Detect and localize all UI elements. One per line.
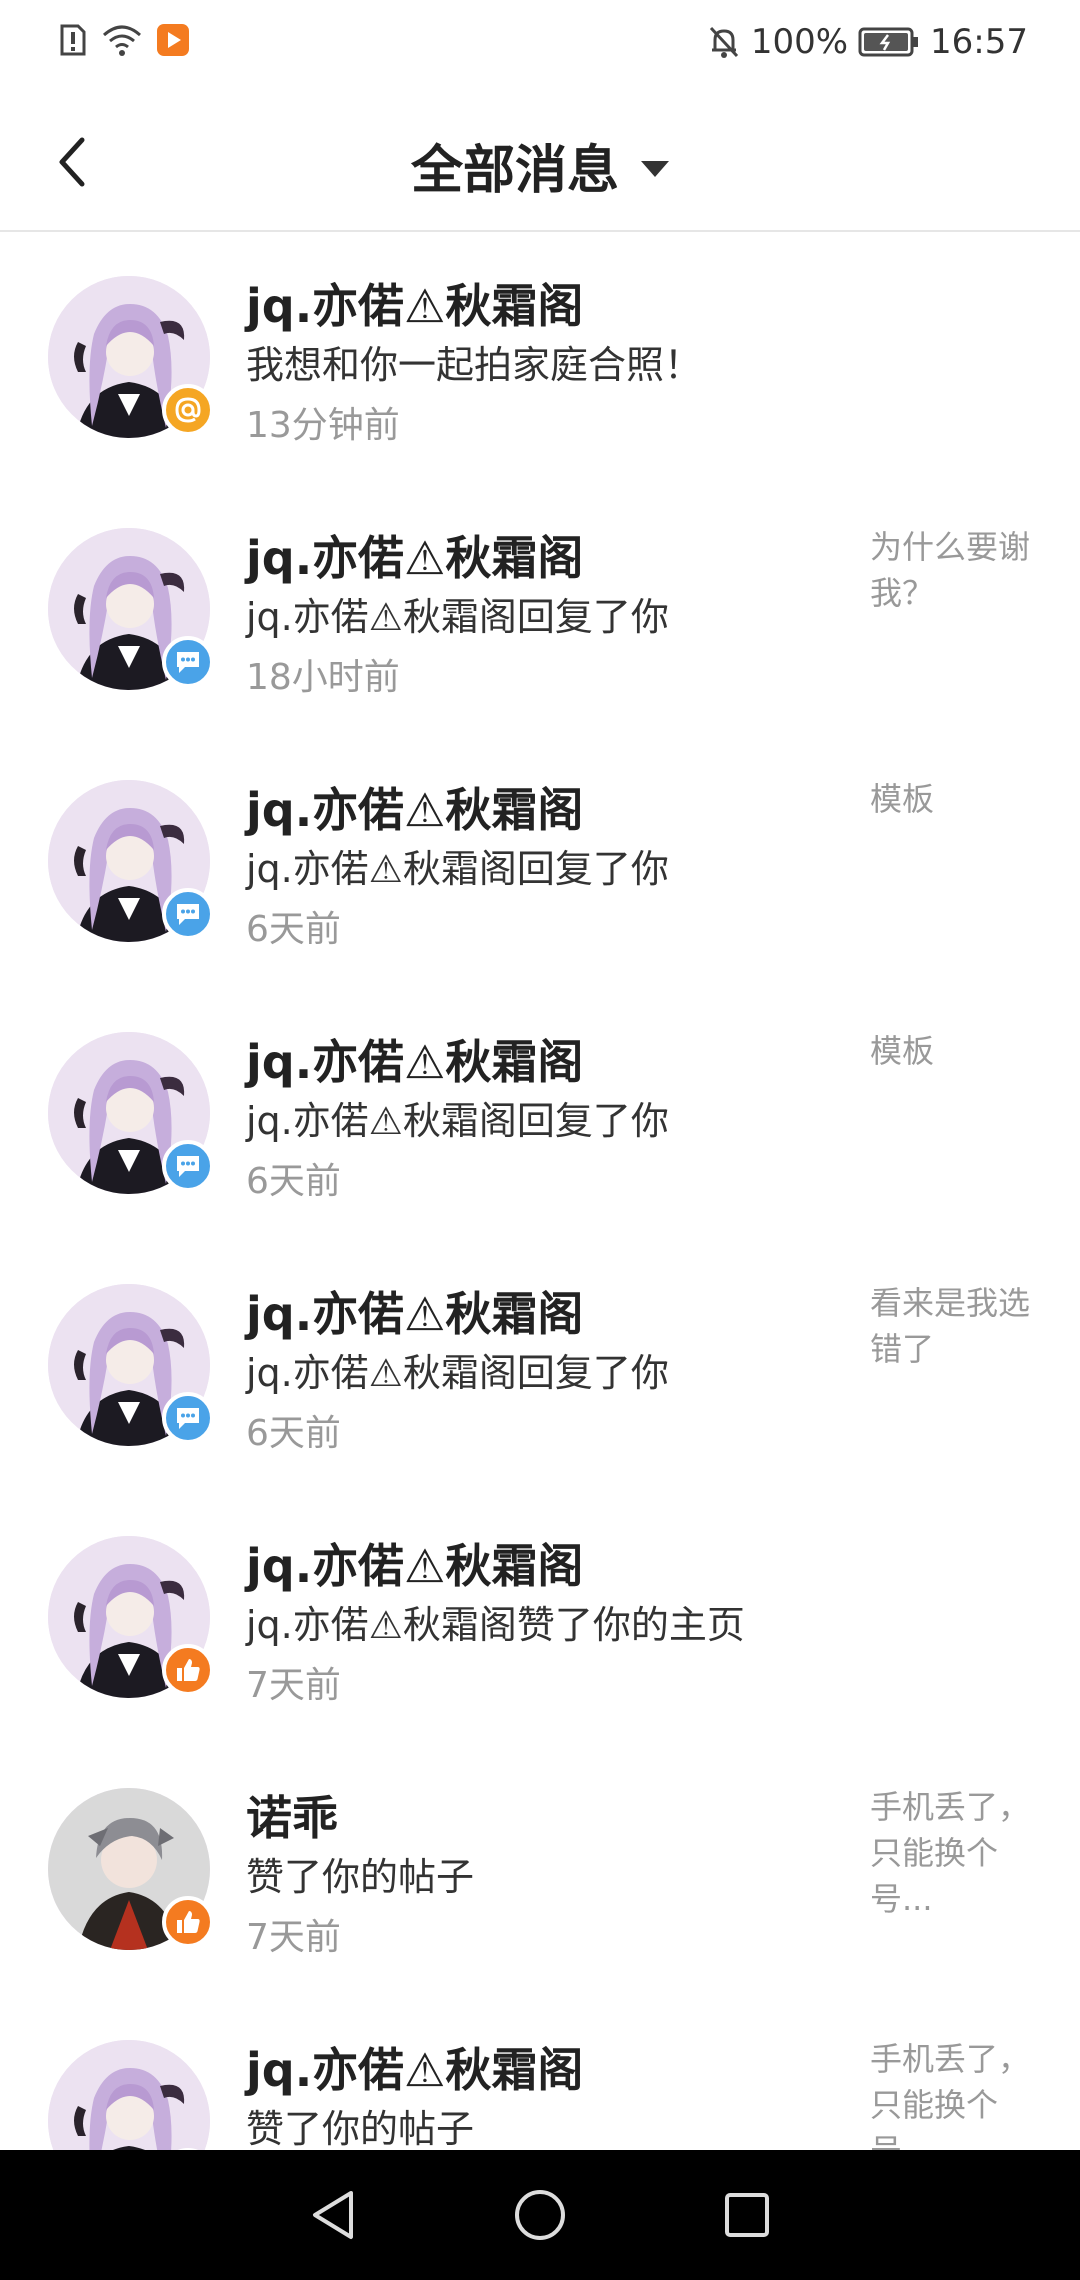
message-text: jq.亦偌⚠秋霜阁回复了你 [246, 595, 669, 639]
nav-home-button[interactable] [510, 2185, 570, 2245]
nav-back-button[interactable] [303, 2185, 363, 2245]
avatar-container[interactable] [48, 528, 214, 690]
status-bar: 100% 16:57 [0, 0, 1080, 90]
sender-name[interactable]: jq.亦偌⚠秋霜阁 [246, 522, 583, 588]
message-time: 6天前 [246, 1413, 341, 1454]
avatar-container[interactable] [48, 1788, 214, 1950]
recents-square-icon [724, 2193, 769, 2237]
reply-snippet: 模板 [870, 780, 935, 818]
message-time: 7天前 [246, 1917, 341, 1958]
avatar-container[interactable] [48, 1032, 214, 1194]
mute-bell-icon [707, 24, 741, 60]
like-badge-icon [162, 1644, 214, 1696]
page-title: 全部消息 [410, 141, 619, 201]
message-time: 6天前 [246, 1161, 341, 1202]
reply-badge-icon [162, 1140, 214, 1192]
navigation-bar [0, 2150, 1080, 2280]
message-text: jq.亦偌⚠秋霜阁回复了你 [246, 1351, 669, 1395]
message-text: jq.亦偌⚠秋霜阁回复了你 [246, 847, 669, 891]
message-text: jq.亦偌⚠秋霜阁回复了你 [246, 1099, 669, 1143]
message-text: 赞了你的帖子 [246, 2107, 475, 2150]
message-time: 18小时前 [246, 657, 400, 698]
wifi-icon [102, 23, 142, 57]
message-item[interactable]: jq.亦偌⚠秋霜阁 jq.亦偌⚠秋霜阁回复了你 6天前 看来是我选错了 [0, 1240, 1080, 1492]
back-triangle-icon [313, 2191, 354, 2239]
message-item[interactable]: jq.亦偌⚠秋霜阁 jq.亦偌⚠秋霜阁赞了你的主页 7天前 [0, 1492, 1080, 1744]
reply-snippet: 为什么要谢我？ [870, 528, 1031, 612]
battery-icon [858, 27, 920, 57]
clock: 16:57 [930, 22, 1028, 62]
message-item[interactable]: 诺乖赞了你的帖子 7天前 手机丢了，只能换个号... [0, 1744, 1080, 1996]
avatar-container[interactable] [48, 1536, 214, 1698]
message-text: 赞了你的帖子 [246, 1855, 475, 1899]
reply-snippet: 手机丢了，只能换个号... [870, 2040, 1031, 2150]
message-item[interactable]: jq.亦偌⚠秋霜阁赞了你的帖子 手机丢了，只能换个号... [0, 1996, 1080, 2150]
sender-name[interactable]: jq.亦偌⚠秋霜阁 [246, 270, 583, 336]
message-item[interactable]: jq.亦偌⚠秋霜阁 jq.亦偌⚠秋霜阁回复了你 18小时前 为什么要谢我？ [0, 484, 1080, 736]
avatar-container[interactable] [48, 276, 214, 438]
status-right-icons: 100% 16:57 [707, 22, 1028, 62]
reply-snippet: 手机丢了，只能换个号... [870, 1788, 1031, 1918]
message-time: 7天前 [246, 1665, 341, 1706]
reply-badge-icon [162, 888, 214, 940]
avatar-container[interactable] [48, 1284, 214, 1446]
avatar-container[interactable] [48, 780, 214, 942]
message-item[interactable]: jq.亦偌⚠秋霜阁 jq.亦偌⚠秋霜阁回复了你 6天前 模板 [0, 736, 1080, 988]
message-text: 我想和你一起拍家庭合照！ [246, 343, 703, 387]
message-time: 13分钟前 [246, 405, 400, 446]
message-text: jq.亦偌⚠秋霜阁赞了你的主页 [246, 1603, 745, 1647]
sender-name[interactable]: jq.亦偌⚠秋霜阁 [246, 1530, 583, 1596]
reply-snippet: 模板 [870, 1032, 935, 1070]
message-time: 6天前 [246, 909, 341, 950]
header: 全部消息 [0, 90, 1080, 232]
avatar[interactable] [48, 2040, 210, 2150]
sender-name[interactable]: jq.亦偌⚠秋霜阁 [246, 774, 583, 840]
reply-snippet: 看来是我选错了 [870, 1284, 1031, 1368]
alert-sim-icon [58, 22, 88, 58]
nav-recents-button[interactable] [717, 2185, 777, 2245]
home-circle-icon [514, 2190, 565, 2240]
message-item[interactable]: jq.亦偌⚠秋霜阁我想和你一起拍家庭合照！ 13分钟前 [0, 232, 1080, 484]
sender-name[interactable]: jq.亦偌⚠秋霜阁 [246, 1026, 583, 1092]
reply-badge-icon [162, 1392, 214, 1444]
message-list[interactable]: jq.亦偌⚠秋霜阁 我想和你一起拍家庭合照！ 13分钟前 jq.亦偌⚠秋霜阁 jq.亦偌… [0, 232, 1080, 2150]
battery-percent: 100% [750, 22, 849, 62]
avatar-container[interactable] [48, 2040, 214, 2150]
caret-down-icon [641, 160, 669, 177]
message-filter-dropdown[interactable]: 全部消息 [0, 128, 1080, 203]
message-item[interactable]: jq.亦偌⚠秋霜阁 jq.亦偌⚠秋霜阁回复了你 6天前 模板 [0, 988, 1080, 1240]
mention-badge-icon [162, 384, 214, 436]
app-notification-icon [156, 23, 190, 57]
sender-name[interactable]: jq.亦偌⚠秋霜阁 [246, 2034, 583, 2100]
like-badge-icon [162, 1896, 214, 1948]
sender-name[interactable]: 诺乖 [246, 1782, 338, 1848]
reply-badge-icon [162, 636, 214, 688]
status-left-icons [58, 22, 190, 58]
sender-name[interactable]: jq.亦偌⚠秋霜阁 [246, 1278, 583, 1344]
